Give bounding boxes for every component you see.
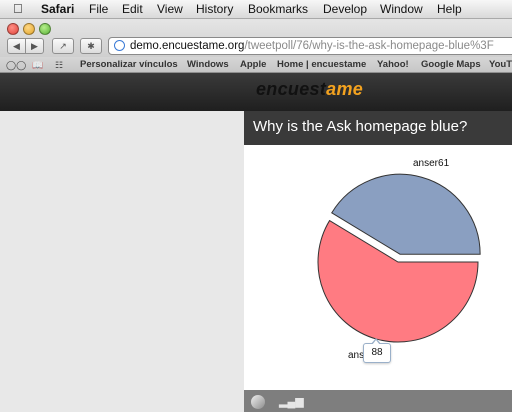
pie-chart-toggle-icon[interactable] <box>251 395 265 409</box>
bar-chart-toggle-icon[interactable]: ▂▄▆ <box>279 395 304 408</box>
pie-chart: anser61 ans <box>317 158 481 361</box>
slice-label-anser61: anser61 <box>413 158 450 169</box>
slice-label-ans: ans <box>348 350 364 361</box>
value-tooltip: 88 <box>363 343 391 363</box>
tooltip-pointer-inner <box>372 340 380 345</box>
